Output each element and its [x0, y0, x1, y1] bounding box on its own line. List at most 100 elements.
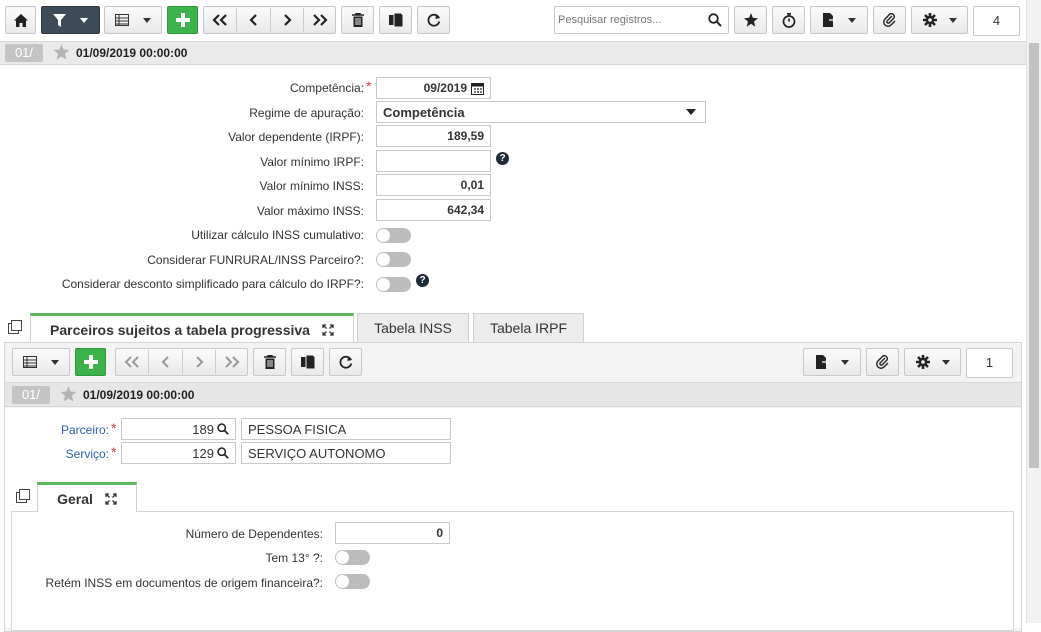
required-icon: * [366, 78, 372, 94]
grid-icon [115, 14, 129, 26]
home-button[interactable] [5, 6, 36, 34]
chevron-down-icon [941, 359, 950, 365]
detail-record-badge: 01/ [12, 386, 50, 404]
star-icon[interactable] [60, 386, 77, 402]
attach-button[interactable] [873, 6, 906, 34]
parceiro-name: PESSOA FISICA [248, 421, 347, 437]
file-export-icon [822, 13, 836, 27]
retem-inss-label: Retém INSS em documentos de origem finan… [45, 576, 323, 590]
search-box[interactable] [554, 6, 729, 34]
home-icon [13, 13, 28, 27]
next-record-button[interactable] [271, 6, 303, 34]
servico-code: 129 [192, 445, 214, 461]
expand-icon[interactable] [322, 323, 334, 336]
refresh-icon [339, 355, 352, 369]
inss-cumulativo-toggle[interactable] [376, 228, 411, 243]
tem13-toggle[interactable] [335, 550, 370, 565]
chevron-down-icon [686, 109, 696, 115]
copy-panel-icon[interactable] [8, 320, 22, 334]
settings-button[interactable] [911, 6, 968, 34]
desconto-simplificado-toggle[interactable] [376, 277, 411, 292]
valor-maximo-inss-value: 642,34 [447, 203, 484, 217]
funrural-toggle[interactable] [376, 252, 411, 267]
export-button[interactable] [810, 6, 868, 34]
help-icon[interactable]: ? [416, 274, 429, 287]
tab-irpf[interactable]: Tabela IRPF [473, 313, 584, 343]
detail-delete-button[interactable] [253, 348, 286, 376]
help-icon[interactable]: ? [496, 152, 509, 165]
regime-select[interactable]: Competência [376, 101, 706, 123]
file-export-icon [815, 355, 829, 369]
regime-label: Regime de apuração: [249, 106, 364, 120]
servico-code-field[interactable]: 129 [121, 442, 236, 464]
valor-minimo-irpf-field[interactable] [376, 150, 491, 172]
detail-copy-button[interactable] [291, 348, 324, 376]
parceiro-name-field: PESSOA FISICA [241, 418, 451, 440]
search-icon[interactable] [217, 423, 229, 435]
paperclip-icon [875, 355, 888, 369]
tab-geral[interactable]: Geral [37, 482, 137, 512]
add-button[interactable] [167, 6, 198, 34]
detail-prev-button[interactable] [149, 348, 182, 376]
star-icon[interactable] [53, 44, 70, 60]
dependentes-field[interactable]: 0 [335, 522, 450, 544]
regime-value: Competência [383, 104, 465, 120]
chevron-down-icon [847, 17, 856, 23]
copy-panel-icon[interactable] [16, 489, 30, 503]
tab-label: Tabela IRPF [489, 320, 568, 336]
parceiro-code-field[interactable]: 189 [121, 418, 236, 440]
gear-icon [915, 355, 930, 369]
servico-label[interactable]: Serviço: [20, 447, 109, 461]
valor-maximo-inss-label: Valor máximo INSS: [256, 204, 364, 218]
funrural-label: Considerar FUNRURAL/INSS Parceiro?: [147, 253, 364, 267]
copy-icon [300, 355, 315, 369]
valor-minimo-inss-label: Valor mínimo INSS: [259, 179, 364, 193]
detail-refresh-button[interactable] [329, 348, 362, 376]
tab-label: Geral [57, 490, 93, 507]
gear-icon [922, 13, 937, 27]
chevron-right-icon [284, 14, 292, 26]
tab-inss[interactable]: Tabela INSS [357, 313, 469, 343]
search-icon[interactable] [708, 13, 722, 27]
detail-settings-button[interactable] [904, 348, 961, 376]
page-number-box[interactable]: 4 [973, 6, 1020, 36]
calendar-icon[interactable] [471, 82, 484, 95]
valor-maximo-inss-field[interactable]: 642,34 [376, 199, 491, 221]
detail-grid-view-button[interactable] [12, 348, 70, 376]
parceiro-code: 189 [192, 421, 214, 437]
search-icon[interactable] [217, 447, 229, 459]
delete-button[interactable] [341, 6, 374, 34]
valor-dependente-field[interactable]: 189,59 [376, 125, 491, 147]
tab-label: Parceiros sujeitos a tabela progressiva [50, 321, 310, 338]
tab-parceiros[interactable]: Parceiros sujeitos a tabela progressiva [30, 313, 354, 343]
detail-export-button[interactable] [803, 348, 861, 376]
double-chevron-right-icon [313, 14, 328, 26]
search-input[interactable] [558, 10, 706, 30]
competencia-field[interactable]: 09/2019 [376, 77, 491, 99]
detail-add-button[interactable] [75, 348, 106, 376]
timer-button[interactable] [772, 6, 805, 34]
retem-inss-toggle[interactable] [335, 574, 370, 589]
prev-record-button[interactable] [237, 6, 270, 34]
first-record-button[interactable] [203, 6, 236, 34]
detail-first-button[interactable] [115, 348, 148, 376]
refresh-button[interactable] [417, 6, 450, 34]
copy-button[interactable] [379, 6, 412, 34]
desconto-simplificado-label: Considerar desconto simplificado para cá… [61, 277, 364, 291]
last-record-button[interactable] [304, 6, 336, 34]
scrollbar-thumb[interactable] [1029, 43, 1039, 468]
paperclip-icon [882, 13, 895, 27]
valor-minimo-inss-field[interactable]: 0,01 [376, 174, 491, 196]
detail-last-button[interactable] [216, 348, 248, 376]
expand-icon[interactable] [105, 492, 117, 505]
competencia-value: 09/2019 [423, 81, 467, 95]
detail-next-button[interactable] [183, 348, 215, 376]
grid-view-button[interactable] [104, 6, 162, 34]
stopwatch-icon [782, 12, 795, 28]
detail-page-number-box[interactable]: 1 [966, 348, 1013, 378]
parceiro-label[interactable]: Parceiro: [20, 423, 109, 437]
detail-attach-button[interactable] [866, 348, 899, 376]
servico-name: SERVIÇO AUTONOMO [248, 445, 386, 461]
favorite-button[interactable] [734, 6, 767, 34]
filter-button[interactable] [41, 6, 100, 34]
